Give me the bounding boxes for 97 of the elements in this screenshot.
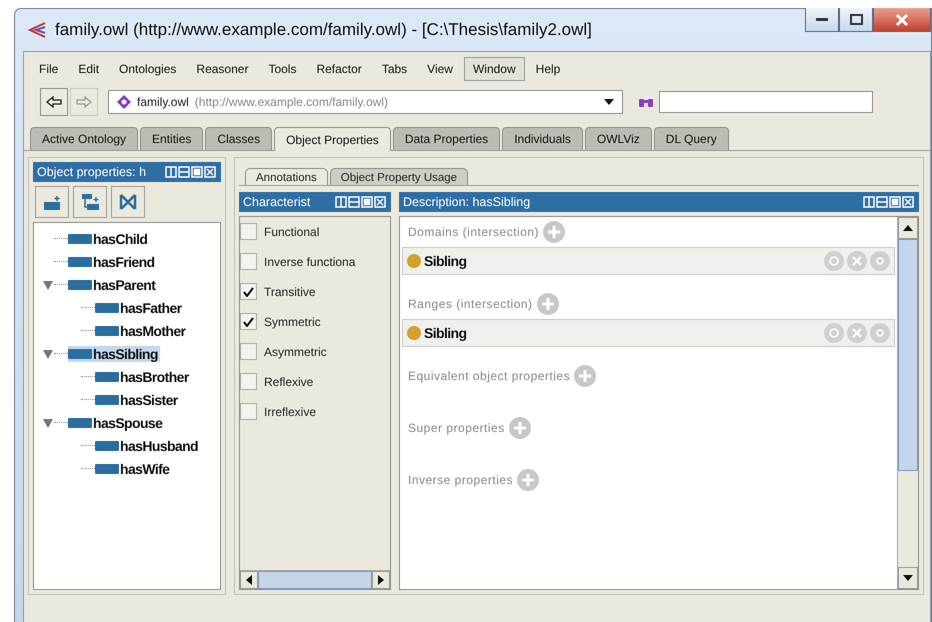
- right-arrow-icon: [378, 575, 384, 585]
- tree-item[interactable]: hasMother: [95, 322, 188, 338]
- tab[interactable]: Object Property Usage: [330, 168, 468, 185]
- add-child-icon: [43, 194, 61, 210]
- tab[interactable]: Annotations: [245, 168, 328, 185]
- section-label: Ranges (intersection): [408, 297, 533, 311]
- tab[interactable]: Object Properties: [274, 127, 391, 151]
- panel-controls-icon[interactable]: [335, 196, 387, 208]
- ontology-name: family.owl: [137, 95, 189, 109]
- add-subproperty-button[interactable]: [35, 186, 69, 218]
- property-icon: [68, 234, 92, 244]
- menu-item[interactable]: View: [418, 57, 462, 81]
- menu-item[interactable]: Edit: [69, 57, 108, 81]
- tree-item[interactable]: hasChild: [68, 230, 150, 246]
- section-label: Super properties: [408, 421, 505, 435]
- property-icon: [95, 440, 119, 450]
- dropdown-caret-icon[interactable]: [604, 99, 614, 105]
- characteristic-checkbox[interactable]: Symmetric: [240, 313, 390, 330]
- characteristic-checkbox[interactable]: Asymmetric: [240, 343, 390, 360]
- property-icon: [68, 348, 92, 358]
- class-name: Sibling: [424, 325, 466, 341]
- checkmark-icon: [243, 316, 254, 326]
- maximize-button[interactable]: [839, 8, 873, 32]
- tree-item[interactable]: hasWife: [95, 460, 172, 476]
- property-icon: [95, 302, 119, 312]
- up-arrow-icon: [903, 225, 913, 231]
- menu-item[interactable]: Tools: [259, 57, 306, 81]
- menu-item[interactable]: Tabs: [372, 57, 416, 81]
- property-icon: [95, 394, 119, 404]
- tree-item[interactable]: hasSpouse: [68, 414, 164, 430]
- characteristic-checkbox[interactable]: Irreflexive: [240, 403, 390, 420]
- delete-icon: [119, 193, 137, 211]
- tab[interactable]: Active Ontology: [30, 127, 138, 150]
- tab[interactable]: Data Properties: [392, 127, 500, 150]
- panel-title: Characterist: [243, 195, 310, 209]
- forward-arrow-icon: [76, 96, 92, 108]
- property-icon: [68, 280, 92, 290]
- minimize-icon: [816, 18, 828, 21]
- tree-item[interactable]: hasFather: [95, 300, 184, 316]
- close-icon: [895, 12, 909, 26]
- class-name: Sibling: [424, 253, 466, 269]
- tree-item[interactable]: hasBrother: [95, 368, 191, 384]
- vertical-scrollbar[interactable]: [897, 217, 918, 589]
- down-arrow-icon: [903, 575, 913, 581]
- tab[interactable]: DL Query: [654, 127, 729, 150]
- maximize-icon: [850, 14, 862, 25]
- tab[interactable]: Entities: [140, 127, 204, 150]
- characteristic-checkbox[interactable]: Functional: [240, 223, 390, 240]
- expand-triangle-icon[interactable]: [43, 418, 53, 428]
- add-sibling-icon: [81, 193, 99, 211]
- horizontal-scrollbar[interactable]: [240, 570, 390, 589]
- binoculars-icon: [639, 96, 653, 108]
- menu-item[interactable]: Help: [526, 57, 570, 81]
- tree-item[interactable]: hasSister: [95, 392, 180, 408]
- tab[interactable]: OWLViz: [584, 127, 652, 150]
- app-logo-icon: [27, 21, 47, 39]
- property-icon: [68, 256, 92, 266]
- minimize-button[interactable]: [805, 8, 839, 32]
- add-sibling-button[interactable]: [73, 186, 107, 218]
- tree-item[interactable]: hasHusband: [95, 438, 200, 454]
- ontology-dropdown[interactable]: family.owl (http://www.example.com/family.owl): [108, 90, 623, 114]
- section-label: Equivalent object properties: [408, 369, 570, 383]
- panel-title: Description: hasSibling: [403, 195, 530, 209]
- window-title: family.owl (http://www.example.com/family.owl) - [C:\Thesis\family2.owl]: [55, 20, 593, 40]
- property-icon: [68, 418, 92, 428]
- tab[interactable]: Classes: [205, 127, 272, 150]
- panel-title: Object properties: h: [37, 165, 146, 179]
- close-button[interactable]: [873, 8, 931, 32]
- back-arrow-icon: [46, 96, 62, 108]
- delete-button[interactable]: [111, 186, 145, 218]
- expand-triangle-icon[interactable]: [43, 280, 53, 290]
- menu-item[interactable]: Ontologies: [110, 57, 186, 81]
- characteristic-checkbox[interactable]: Inverse functiona: [240, 253, 390, 270]
- search-field[interactable]: [659, 91, 873, 113]
- characteristic-checkbox[interactable]: Reflexive: [240, 373, 390, 390]
- section-label: Inverse properties: [408, 473, 514, 487]
- ontology-icon: [117, 95, 131, 109]
- tree-item[interactable]: hasParent: [68, 276, 158, 292]
- property-icon: [95, 326, 119, 336]
- menu-item[interactable]: Reasoner: [187, 57, 258, 81]
- ontology-iri: (http://www.example.com/family.owl): [194, 95, 389, 109]
- menu-item[interactable]: File: [30, 57, 68, 81]
- property-icon: [95, 372, 119, 382]
- left-arrow-icon: [246, 575, 252, 585]
- back-button[interactable]: [40, 88, 68, 116]
- property-icon: [95, 464, 119, 474]
- tree-item[interactable]: hasSibling: [68, 346, 160, 362]
- panel-controls-icon[interactable]: [165, 166, 217, 178]
- menu-item[interactable]: Window: [464, 57, 525, 81]
- characteristic-checkbox[interactable]: Transitive: [240, 283, 390, 300]
- checkmark-icon: [243, 286, 254, 296]
- section-label: Domains (intersection): [408, 225, 540, 239]
- panel-controls-icon[interactable]: [863, 196, 915, 208]
- tab[interactable]: Individuals: [502, 127, 583, 150]
- tree-item[interactable]: hasFriend: [68, 254, 157, 270]
- expand-triangle-icon[interactable]: [43, 348, 53, 358]
- menu-item[interactable]: Refactor: [307, 57, 371, 81]
